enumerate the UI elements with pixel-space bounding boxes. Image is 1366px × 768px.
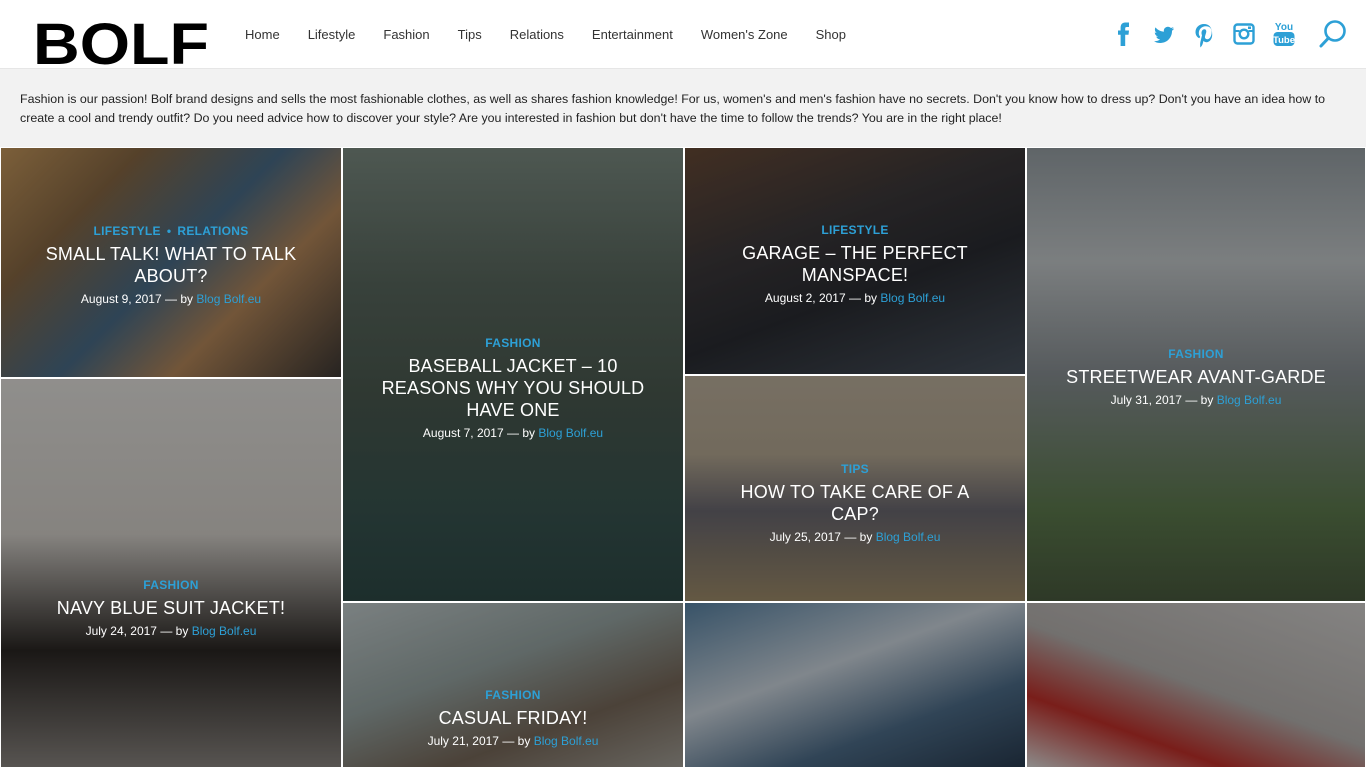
social-links: You Tube <box>1096 19 1296 49</box>
post-categories: LIFESTYLE <box>715 222 995 238</box>
post-category-link[interactable]: FASHION <box>485 688 540 702</box>
youtube-icon[interactable]: You Tube <box>1272 19 1296 49</box>
post-author-link[interactable]: Blog Bolf.eu <box>876 530 941 544</box>
post-categories: LIFESTYLE • RELATIONS <box>93 224 249 238</box>
post-caption: FASHION CASUAL FRIDAY! July 21, 2017 — b… <box>343 687 683 749</box>
post-categories: FASHION <box>373 687 653 703</box>
main-nav: Home Lifestyle Fashion Tips Relations En… <box>245 0 874 69</box>
post-title[interactable]: CASUAL FRIDAY! <box>373 707 653 729</box>
post-categories: TIPS <box>715 461 995 477</box>
post-categories: FASHION <box>373 335 653 351</box>
post-meta: August 7, 2017 — by Blog Bolf.eu <box>373 425 653 441</box>
post-date: August 9, 2017 <box>80 292 162 306</box>
post-category-link[interactable]: FASHION <box>143 578 198 592</box>
search-icon[interactable] <box>1318 19 1348 49</box>
bolf-logo[interactable]: BOLF <box>33 9 209 66</box>
post-meta: July 21, 2017 — by Blog Bolf.eu <box>373 733 653 749</box>
post-title[interactable]: HOW TO TAKE CARE OF A CAP? <box>715 481 995 525</box>
nav-item-entertainment[interactable]: Entertainment <box>592 27 673 42</box>
post-title[interactable]: BASEBALL JACKET – 10 REASONS WHY YOU SHO… <box>373 355 653 421</box>
post-by: — by <box>849 291 878 305</box>
post-by: — by <box>502 734 531 748</box>
post-author-link[interactable]: Blog Bolf.eu <box>196 292 261 306</box>
post-category-link[interactable]: FASHION <box>485 336 540 350</box>
post-author-link[interactable]: Blog Bolf.eu <box>1217 393 1282 407</box>
post-tile[interactable]: TIPS HOW TO TAKE CARE OF A CAP? July 25,… <box>684 375 1026 602</box>
post-tile[interactable] <box>684 602 1026 768</box>
post-author-link[interactable]: Blog Bolf.eu <box>880 291 945 305</box>
post-category-link[interactable]: TIPS <box>841 462 869 476</box>
facebook-icon[interactable] <box>1112 19 1136 49</box>
post-title[interactable]: SMALL TALK! WHAT TO TALK ABOUT? <box>31 243 311 287</box>
post-meta: July 31, 2017 — by Blog Bolf.eu <box>1057 392 1335 408</box>
post-caption: FASHION STREETWEAR AVANT-GARDE July 31, … <box>1027 346 1365 408</box>
youtube-text-tube: Tube <box>1273 35 1295 46</box>
post-meta: August 2, 2017 — by Blog Bolf.eu <box>715 290 995 306</box>
post-by: — by <box>160 624 189 638</box>
post-category-link[interactable]: LIFESTYLE <box>93 224 160 238</box>
nav-item-womens-zone[interactable]: Women's Zone <box>701 27 788 42</box>
post-date: August 7, 2017 <box>422 426 504 440</box>
post-author-link[interactable]: Blog Bolf.eu <box>192 624 257 638</box>
instagram-icon[interactable] <box>1232 19 1256 49</box>
post-caption: LIFESTYLE GARAGE – THE PERFECT MANSPACE!… <box>685 222 1025 306</box>
twitter-icon[interactable] <box>1152 19 1176 49</box>
intro-text: Fashion is our passion! Bolf brand desig… <box>0 69 1366 148</box>
nav-item-relations[interactable]: Relations <box>510 27 564 42</box>
post-categories: FASHION <box>1057 346 1335 362</box>
post-tile[interactable]: FASHION BASEBALL JACKET – 10 REASONS WHY… <box>342 147 684 602</box>
post-tile[interactable]: FASHION CASUAL FRIDAY! July 21, 2017 — b… <box>342 602 684 768</box>
post-by: — by <box>844 530 873 544</box>
nav-item-lifestyle[interactable]: Lifestyle <box>308 27 356 42</box>
post-caption: LIFESTYLE • RELATIONS SMALL TALK! WHAT TO … <box>1 223 341 307</box>
post-tile[interactable]: FASHION STREETWEAR AVANT-GARDE July 31, … <box>1026 147 1366 602</box>
post-date: July 24, 2017 <box>85 624 157 638</box>
post-title[interactable]: NAVY BLUE SUIT JACKET! <box>31 597 311 619</box>
post-by: — by <box>507 426 536 440</box>
post-caption: FASHION NAVY BLUE SUIT JACKET! July 24, … <box>1 577 341 639</box>
post-meta: August 9, 2017 — by Blog Bolf.eu <box>31 291 311 307</box>
post-tile[interactable]: LIFESTYLE GARAGE – THE PERFECT MANSPACE!… <box>684 147 1026 375</box>
nav-item-tips[interactable]: Tips <box>458 27 482 42</box>
post-by: — by <box>165 292 194 306</box>
post-title[interactable]: GARAGE – THE PERFECT MANSPACE! <box>715 242 995 286</box>
post-category-link[interactable]: LIFESTYLE <box>821 223 888 237</box>
post-meta: July 25, 2017 — by Blog Bolf.eu <box>715 529 995 545</box>
post-date: August 2, 2017 <box>764 291 846 305</box>
post-category-link[interactable]: FASHION <box>1168 347 1223 361</box>
post-date: July 31, 2017 <box>1110 393 1182 407</box>
nav-item-home[interactable]: Home <box>245 27 280 42</box>
post-category-link[interactable]: RELATIONS <box>177 224 248 238</box>
post-meta: July 24, 2017 — by Blog Bolf.eu <box>31 623 311 639</box>
post-caption: TIPS HOW TO TAKE CARE OF A CAP? July 25,… <box>685 461 1025 545</box>
post-categories: FASHION <box>31 577 311 593</box>
post-title[interactable]: STREETWEAR AVANT-GARDE <box>1057 366 1335 388</box>
nav-item-shop[interactable]: Shop <box>816 27 846 42</box>
post-tile[interactable]: LIFESTYLE • RELATIONS SMALL TALK! WHAT TO … <box>0 147 342 378</box>
youtube-text-you: You <box>1275 22 1293 33</box>
nav-item-fashion[interactable]: Fashion <box>383 27 429 42</box>
post-tile[interactable] <box>1026 602 1366 768</box>
post-by: — by <box>1185 393 1214 407</box>
logo-text: BOLF <box>33 12 209 66</box>
post-date: July 25, 2017 <box>769 530 841 544</box>
post-caption: FASHION BASEBALL JACKET – 10 REASONS WHY… <box>343 335 683 441</box>
post-date: July 21, 2017 <box>427 734 499 748</box>
site-header: BOLF Home Lifestyle Fashion Tips Relatio… <box>0 0 1366 69</box>
post-tile[interactable]: FASHION NAVY BLUE SUIT JACKET! July 24, … <box>0 378 342 768</box>
post-author-link[interactable]: Blog Bolf.eu <box>538 426 603 440</box>
pinterest-icon[interactable] <box>1192 19 1216 49</box>
post-author-link[interactable]: Blog Bolf.eu <box>534 734 599 748</box>
